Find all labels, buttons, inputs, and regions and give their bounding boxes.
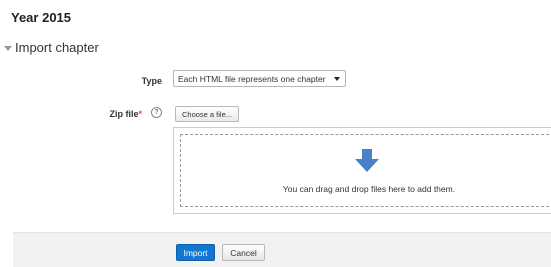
help-icon[interactable]: ? — [151, 107, 162, 118]
zip-file-label-text: Zip file — [109, 109, 139, 119]
zip-file-label: Zip file* — [90, 109, 142, 119]
section-header-import-chapter[interactable]: Import chapter — [4, 40, 99, 55]
caret-down-icon — [4, 45, 12, 51]
type-select[interactable]: Each HTML file represents one chapter — [173, 70, 346, 87]
type-label: Type — [141, 76, 162, 86]
dropzone-text: You can drag and drop files here to add … — [282, 184, 456, 194]
arrow-down-icon — [355, 149, 379, 172]
cancel-button[interactable]: Cancel — [222, 244, 265, 261]
section-title: Import chapter — [15, 40, 99, 55]
page-title: Year 2015 — [11, 10, 72, 25]
type-select-value: Each HTML file represents one chapter — [178, 73, 326, 84]
import-button[interactable]: Import — [176, 244, 215, 261]
file-drop-area[interactable]: You can drag and drop files here to add … — [173, 127, 551, 214]
form-footer — [13, 232, 551, 267]
choose-file-button[interactable]: Choose a file... — [175, 106, 239, 122]
required-marker: * — [138, 109, 142, 119]
dropdown-arrow-icon — [334, 76, 340, 81]
